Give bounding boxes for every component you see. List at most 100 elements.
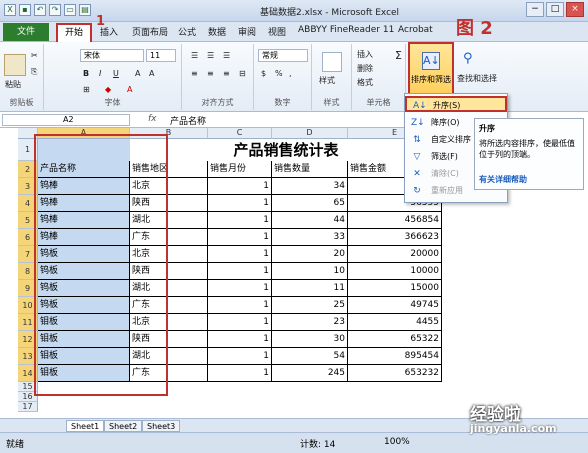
font-size-select[interactable]: 11 xyxy=(146,49,176,62)
find-select-button[interactable]: 查找和选择 xyxy=(456,72,498,85)
table-cell[interactable]: 34 xyxy=(272,178,348,195)
maximize-button[interactable]: □ xyxy=(546,2,564,17)
print-icon[interactable]: ▤ xyxy=(79,4,91,16)
table-cell[interactable]: 11 xyxy=(272,280,348,297)
borders-icon[interactable]: ⊞ xyxy=(82,84,91,95)
align-left-icon[interactable]: ≡ xyxy=(190,68,199,79)
tab-review[interactable]: 审阅 xyxy=(238,25,256,38)
align-bottom-icon[interactable]: ☰ xyxy=(222,50,231,61)
save-icon[interactable]: ▪ xyxy=(19,4,31,16)
table-cell[interactable]: 1 xyxy=(208,178,272,195)
column-header-c[interactable]: C xyxy=(208,128,272,139)
open-icon[interactable]: ▭ xyxy=(64,4,76,16)
tab-page-layout[interactable]: 页面布局 xyxy=(132,25,168,38)
sort-filter-icon: A↓ xyxy=(422,52,440,70)
table-cell[interactable]: 30 xyxy=(272,331,348,348)
align-right-icon[interactable]: ≡ xyxy=(222,68,231,79)
paste-button[interactable]: 粘贴 xyxy=(4,78,22,91)
font-color-icon[interactable]: A xyxy=(126,84,133,95)
number-format-select[interactable]: 常规 xyxy=(258,49,308,62)
table-cell[interactable]: 10000 xyxy=(348,263,442,280)
table-cell[interactable]: 1 xyxy=(208,314,272,331)
formula-input[interactable]: 产品名称 xyxy=(170,114,206,127)
sheet-tab-3[interactable]: Sheet3 xyxy=(142,420,181,432)
underline-button[interactable]: U xyxy=(112,68,120,79)
table-cell[interactable]: 366623 xyxy=(348,229,442,246)
table-cell[interactable]: 245 xyxy=(272,365,348,382)
format-cells-button[interactable]: 格式 xyxy=(356,76,374,89)
tab-abbyy[interactable]: ABBYY FineReader 11 xyxy=(298,25,394,35)
sheet-tab-2[interactable]: Sheet2 xyxy=(104,420,143,432)
table-cell[interactable]: 1 xyxy=(208,365,272,382)
name-box[interactable]: A2 xyxy=(2,114,130,126)
table-cell[interactable]: 10 xyxy=(272,263,348,280)
table-cell[interactable]: 4455 xyxy=(348,314,442,331)
table-cell[interactable]: 33 xyxy=(272,229,348,246)
autosum-button[interactable]: Σ xyxy=(394,48,403,63)
table-cell[interactable]: 895454 xyxy=(348,348,442,365)
table-cell[interactable]: 23 xyxy=(272,314,348,331)
table-cell[interactable]: 65322 xyxy=(348,331,442,348)
fx-icon[interactable]: fx xyxy=(148,114,157,124)
tab-home[interactable]: 开始 xyxy=(56,23,92,42)
table-cell[interactable]: 15000 xyxy=(348,280,442,297)
font-shrink-icon[interactable]: A xyxy=(148,68,155,79)
font-name-select[interactable]: 宋体 xyxy=(80,49,144,62)
close-button[interactable]: × xyxy=(566,2,584,17)
table-cell[interactable]: 49745 xyxy=(348,297,442,314)
table-cell[interactable]: 54 xyxy=(272,348,348,365)
binoculars-icon[interactable]: ⚲ xyxy=(462,50,480,68)
table-cell[interactable]: 653232 xyxy=(348,365,442,382)
delete-cells-button[interactable]: 删除 xyxy=(356,62,374,75)
comma-button[interactable]: , xyxy=(288,68,293,79)
table-cell[interactable]: 25 xyxy=(272,297,348,314)
align-center-icon[interactable]: ≡ xyxy=(206,68,215,79)
paste-icon[interactable] xyxy=(4,54,26,76)
sheet-tab-1[interactable]: Sheet1 xyxy=(66,420,105,432)
percent-button[interactable]: % xyxy=(274,68,284,79)
zoom-level[interactable]: 100% xyxy=(384,437,410,447)
tab-file[interactable]: 文件 xyxy=(3,23,49,41)
table-cell[interactable]: 1 xyxy=(208,331,272,348)
table-cell[interactable]: 1 xyxy=(208,297,272,314)
bold-button[interactable]: B xyxy=(82,68,90,79)
row-header-17[interactable]: 17 xyxy=(18,402,38,412)
sheet-title: 产品销售统计表 xyxy=(233,141,339,159)
table-cell[interactable]: 1 xyxy=(208,212,272,229)
table-cell[interactable]: 1 xyxy=(208,195,272,212)
copy-icon[interactable]: ⎘ xyxy=(30,66,38,78)
tooltip-help-link[interactable]: 有关详细帮助 xyxy=(479,174,527,185)
fill-color-icon[interactable]: ◆ xyxy=(104,84,112,95)
cut-icon[interactable]: ✂ xyxy=(30,50,39,61)
currency-icon[interactable]: $ xyxy=(260,68,267,79)
table-cell[interactable]: 65 xyxy=(272,195,348,212)
table-cell[interactable]: 44 xyxy=(272,212,348,229)
undo-icon[interactable]: ↶ xyxy=(34,4,46,16)
tab-acrobat[interactable]: Acrobat xyxy=(398,25,433,35)
align-top-icon[interactable]: ☰ xyxy=(190,50,199,61)
merge-center-icon[interactable]: ⊟ xyxy=(238,68,247,79)
table-cell[interactable]: 20000 xyxy=(348,246,442,263)
table-cell[interactable]: 1 xyxy=(208,263,272,280)
table-cell[interactable]: 1 xyxy=(208,246,272,263)
styles-button[interactable]: 样式 xyxy=(318,74,336,87)
table-cell[interactable]: 20 xyxy=(272,246,348,263)
tab-formulas[interactable]: 公式 xyxy=(178,25,196,38)
table-cell[interactable]: 1 xyxy=(208,280,272,297)
redo-icon[interactable]: ↷ xyxy=(49,4,61,16)
menu-item-sort-asc[interactable]: A↓ 升序(S) xyxy=(405,96,507,112)
styles-icon[interactable] xyxy=(322,52,342,72)
table-cell[interactable]: 456854 xyxy=(348,212,442,229)
italic-button[interactable]: I xyxy=(98,68,102,79)
header-cell[interactable]: 销售月份 xyxy=(208,161,272,178)
table-cell[interactable]: 1 xyxy=(208,229,272,246)
header-cell[interactable]: 销售数量 xyxy=(272,161,348,178)
tab-view[interactable]: 视图 xyxy=(268,25,286,38)
insert-cells-button[interactable]: 插入 xyxy=(356,48,374,61)
minimize-button[interactable]: − xyxy=(526,2,544,17)
table-cell[interactable]: 1 xyxy=(208,348,272,365)
align-middle-icon[interactable]: ☰ xyxy=(206,50,215,61)
font-grow-icon[interactable]: A xyxy=(134,68,141,79)
column-header-d[interactable]: D xyxy=(272,128,348,139)
tab-data[interactable]: 数据 xyxy=(208,25,226,38)
